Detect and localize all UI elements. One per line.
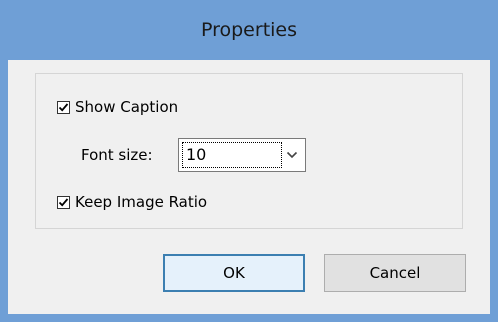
font-size-label: Font size: xyxy=(81,146,153,164)
font-size-value: 10 xyxy=(182,142,282,168)
properties-dialog: Properties Show Caption Font size: 10 Ke… xyxy=(0,0,498,322)
chevron-down-icon[interactable] xyxy=(282,142,302,168)
keep-image-ratio-check-box[interactable] xyxy=(57,195,70,209)
dialog-client-area: Show Caption Font size: 10 Keep Image Ra… xyxy=(8,60,490,314)
show-caption-checkbox[interactable]: Show Caption xyxy=(57,98,178,116)
show-caption-label: Show Caption xyxy=(75,98,179,116)
checkmark-icon xyxy=(58,197,69,207)
keep-image-ratio-label: Keep Image Ratio xyxy=(75,193,208,211)
options-group: Show Caption Font size: 10 Keep Image Ra… xyxy=(35,73,463,229)
ok-button[interactable]: OK xyxy=(163,254,305,292)
keep-image-ratio-checkbox[interactable]: Keep Image Ratio xyxy=(57,193,207,211)
cancel-button[interactable]: Cancel xyxy=(324,254,466,292)
font-size-dropdown[interactable]: 10 xyxy=(178,138,306,172)
show-caption-check-box[interactable] xyxy=(57,100,70,114)
checkmark-icon xyxy=(58,102,69,112)
dialog-title: Properties xyxy=(200,19,298,41)
